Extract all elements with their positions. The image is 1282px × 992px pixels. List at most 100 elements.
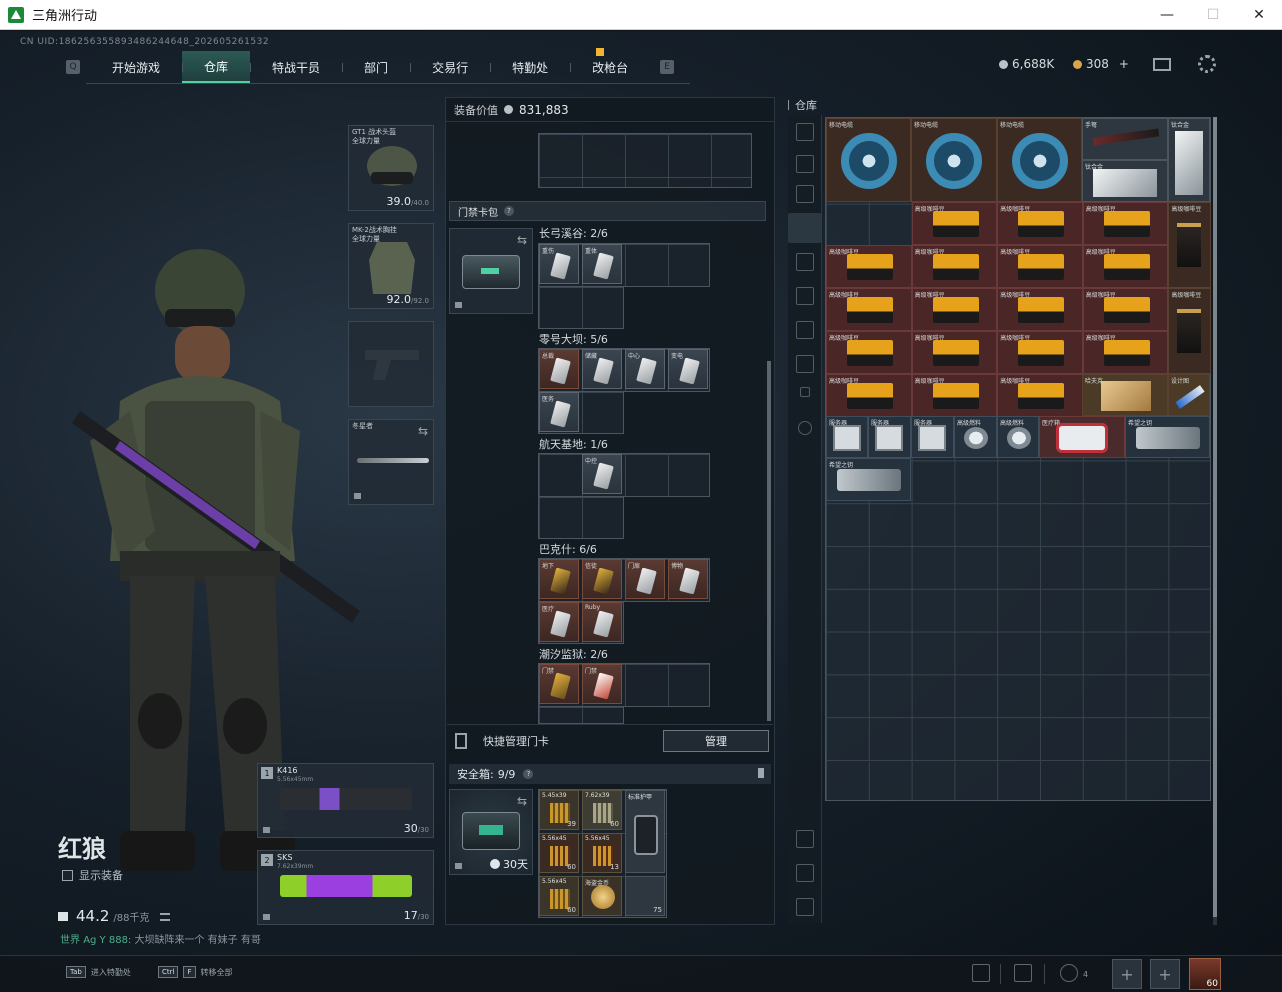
pistol-slot[interactable]: [348, 321, 434, 407]
category-all-icon[interactable]: [796, 123, 814, 141]
warehouse-item[interactable]: 高级咖啡豆: [911, 245, 998, 288]
warehouse-item[interactable]: 高级燃料: [954, 416, 997, 458]
safe-box-item[interactable]: ⇆ 30天: [449, 789, 533, 875]
lock-icon[interactable]: [800, 387, 810, 397]
warehouse-item[interactable]: 钛合金: [1168, 118, 1210, 202]
tab-start-game[interactable]: 开始游戏: [90, 51, 182, 83]
category-keycard-icon[interactable]: [788, 213, 822, 243]
warehouse-item[interactable]: 高级咖啡豆: [1168, 202, 1212, 288]
keycard[interactable]: 信徒: [582, 559, 622, 599]
tab-department[interactable]: 部门: [342, 51, 410, 83]
swap-icon[interactable]: ⇆: [517, 233, 527, 247]
warehouse-item[interactable]: 高级咖啡豆: [826, 288, 912, 331]
transfer-icon[interactable]: [796, 898, 814, 916]
keycard[interactable]: 变电: [668, 349, 708, 389]
category-misc-icon[interactable]: [796, 355, 814, 373]
category-equipment-icon[interactable]: [796, 253, 814, 271]
warehouse-item[interactable]: 高级咖啡豆: [1168, 288, 1212, 374]
warehouse-item[interactable]: 移动电缆: [911, 118, 997, 202]
manage-button[interactable]: 管理: [663, 730, 769, 752]
warehouse-item[interactable]: 高级咖啡豆: [826, 331, 912, 374]
keycard[interactable]: 地下: [539, 559, 579, 599]
tab-gunsmith[interactable]: 改枪台: [570, 51, 650, 83]
keycard-pack-item[interactable]: ⇆: [449, 228, 533, 314]
warehouse-item[interactable]: 高级咖啡豆: [997, 245, 1083, 288]
minimize-button[interactable]: —: [1144, 0, 1190, 30]
category-loot-icon[interactable]: [796, 321, 814, 339]
warehouse-item[interactable]: 哈夫克: [1082, 374, 1168, 416]
keycard[interactable]: Ruby: [582, 602, 622, 642]
pirate-coin-item[interactable]: 海盗金币: [582, 876, 622, 916]
maximize-button[interactable]: ☐: [1190, 0, 1236, 30]
gear-panel-scrollbar[interactable]: [767, 361, 771, 721]
next-tab-key-icon[interactable]: E: [660, 60, 675, 74]
gold-currency[interactable]: 308 +: [1073, 57, 1129, 71]
keycard[interactable]: 医疗: [539, 602, 579, 642]
warehouse-scrollbar[interactable]: [1213, 117, 1217, 925]
add-teammate-button[interactable]: +: [1112, 959, 1142, 989]
help-icon[interactable]: ?: [504, 206, 514, 216]
stats-chart-icon[interactable]: [972, 964, 990, 982]
warehouse-item[interactable]: 高级咖啡豆: [997, 288, 1083, 331]
warehouse-item[interactable]: 希望之钥: [826, 458, 911, 501]
warehouse-item[interactable]: 医疗箱: [1039, 416, 1125, 458]
silver-currency[interactable]: 6,688K: [999, 57, 1054, 71]
warehouse-item[interactable]: 希望之钥: [1125, 416, 1210, 458]
keycard[interactable]: 重体: [582, 244, 622, 284]
zone-card-grid[interactable]: [538, 286, 624, 329]
ammo-stack[interactable]: 7.62x39 60: [582, 790, 622, 830]
layers-icon[interactable]: [796, 864, 814, 882]
keycard[interactable]: 总裁: [539, 349, 579, 389]
player-avatar[interactable]: 60: [1189, 958, 1221, 990]
help-icon[interactable]: ?: [523, 769, 534, 779]
keycard[interactable]: 医务: [539, 392, 579, 432]
misc-item[interactable]: 75: [625, 876, 665, 916]
swap-icon[interactable]: ⇆: [517, 794, 527, 808]
warehouse-item[interactable]: 钛合金: [1082, 160, 1168, 202]
keycard[interactable]: 储藏: [582, 349, 622, 389]
keycard[interactable]: 中心: [625, 349, 665, 389]
keycard[interactable]: 门禁: [582, 664, 622, 704]
armor-slot[interactable]: MK-2战术胸挂 全球力量 92.0/92.0: [348, 223, 434, 309]
hint-transfer-all[interactable]: Ctrl F 转移全部: [158, 966, 233, 978]
warehouse-item[interactable]: 高级咖啡豆: [1082, 202, 1169, 245]
warehouse-item[interactable]: 服务器: [826, 416, 868, 458]
ammo-stack[interactable]: 5.45x39 39: [539, 790, 579, 830]
hint-special-ops[interactable]: Tab 进入特勤处: [66, 966, 131, 978]
zone-card-grid[interactable]: [538, 453, 710, 497]
show-gear-toggle[interactable]: 显示装备: [62, 867, 123, 883]
warehouse-item[interactable]: 高级咖啡豆: [826, 245, 912, 288]
tab-operators[interactable]: 特战干员: [250, 51, 342, 83]
warehouse-item[interactable]: 高级咖啡豆: [997, 374, 1083, 417]
keycard[interactable]: 博物: [668, 559, 708, 599]
warehouse-item[interactable]: 服务器: [911, 416, 954, 458]
sort-icon[interactable]: [796, 830, 814, 848]
warehouse-item[interactable]: 移动电缆: [826, 118, 911, 202]
weight-detail-icon[interactable]: [159, 913, 170, 921]
tab-trading[interactable]: 交易行: [410, 51, 490, 83]
helmet-slot[interactable]: GT1 战术头盔 全球力量 39.0/40.0: [348, 125, 434, 211]
warehouse-item[interactable]: 高级咖啡豆: [1082, 288, 1169, 331]
keycard[interactable]: 门扉: [625, 559, 665, 599]
zone-card-grid[interactable]: [538, 496, 624, 539]
add-teammate-button[interactable]: +: [1150, 959, 1180, 989]
warehouse-item[interactable]: 高级咖啡豆: [997, 331, 1083, 374]
zone-card-grid[interactable]: [538, 706, 624, 724]
warehouse-item[interactable]: 高级咖啡豆: [997, 202, 1083, 245]
tab-special-ops[interactable]: 特勤处: [490, 51, 570, 83]
mail-icon[interactable]: [1153, 58, 1171, 71]
warehouse-item[interactable]: 设计图: [1168, 374, 1210, 416]
ammo-stack[interactable]: 5.56x45 60: [539, 833, 579, 873]
category-weapon-icon[interactable]: [796, 155, 814, 173]
keycard[interactable]: 重伤: [539, 244, 579, 284]
warehouse-item[interactable]: 高级燃料: [997, 416, 1039, 458]
armor-plate-item[interactable]: 标准护甲: [625, 790, 665, 873]
gear-icon[interactable]: [798, 421, 812, 435]
tab-warehouse[interactable]: 仓库: [182, 51, 251, 83]
primary-weapon-slot[interactable]: 1 K416 5.56x45mm 30/30: [257, 763, 434, 838]
keycard[interactable]: 门禁: [539, 664, 579, 704]
warehouse-item[interactable]: 高级咖啡豆: [911, 331, 998, 374]
backpack-grid[interactable]: [538, 133, 752, 188]
flag-icon[interactable]: [1014, 964, 1032, 982]
category-ammo-icon[interactable]: [796, 185, 814, 203]
